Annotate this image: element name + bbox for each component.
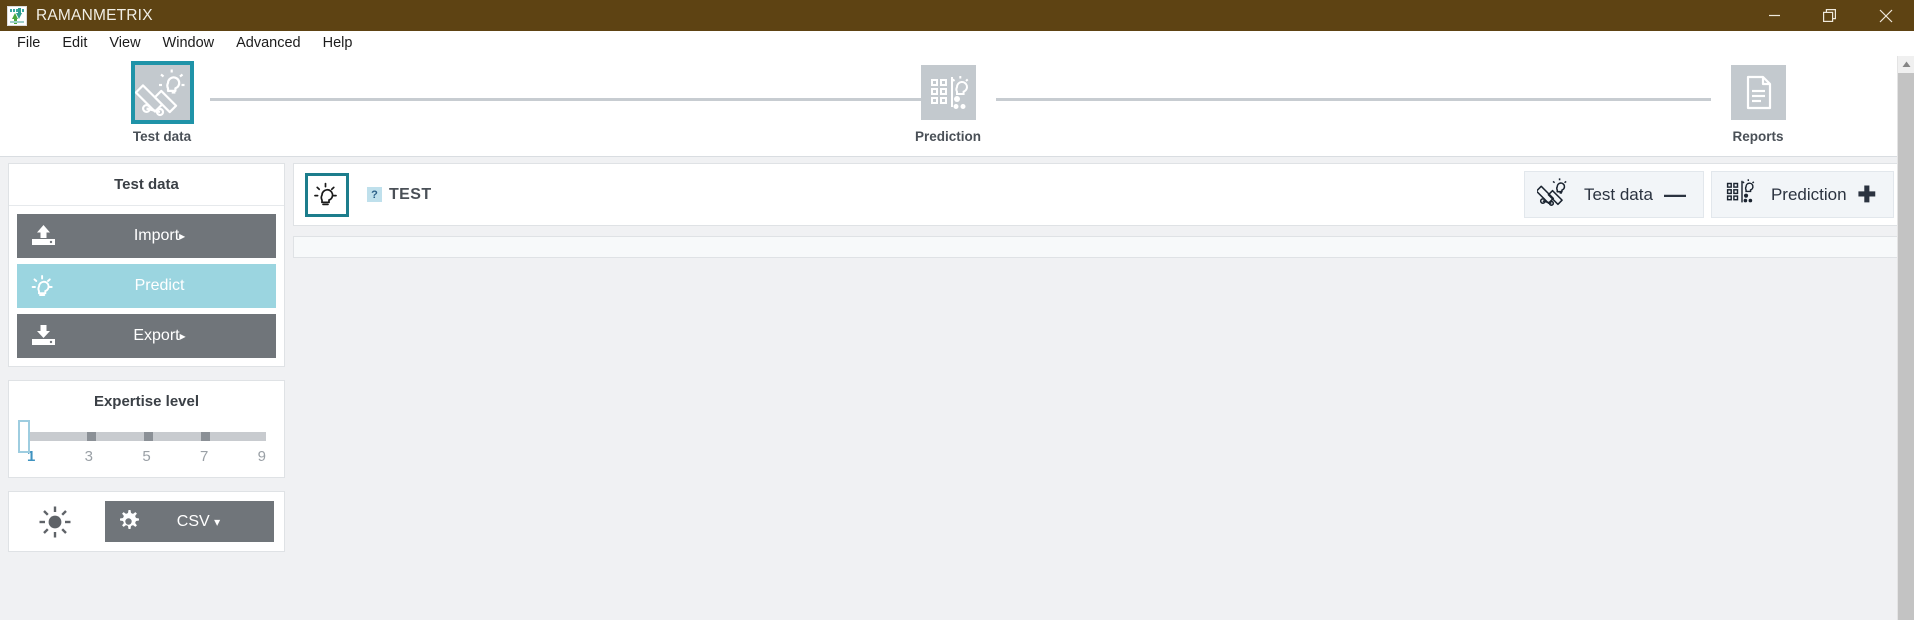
grid-lightbulb-icon [920, 65, 976, 120]
window-controls [1746, 0, 1914, 31]
test-data-panel: Test data Import▸ Predict Export▸ [8, 163, 285, 367]
minus-icon: — [1663, 181, 1686, 207]
stepper-connector-1 [210, 98, 927, 101]
plus-icon: ✚ [1857, 181, 1876, 207]
add-prediction-button[interactable]: Prediction ✚ [1710, 171, 1894, 218]
vertical-scrollbar[interactable] [1897, 56, 1914, 620]
app-body: Test data Import▸ Predict Export▸ Expert… [0, 56, 1914, 620]
export-format-label: CSV ▾ [176, 512, 221, 530]
menu-item-file[interactable]: File [6, 33, 51, 53]
expertise-level-panel: Expertise level 1 3 5 7 9 [8, 380, 285, 478]
menu-item-edit[interactable]: Edit [51, 33, 98, 53]
add-prediction-label: Prediction [1770, 184, 1847, 204]
export-label: Export▸ [133, 327, 186, 344]
workflow-stepper: Test data Prediction Reports [0, 56, 1914, 157]
page-title: TEST [389, 185, 432, 203]
export-button[interactable]: Export▸ [17, 314, 276, 358]
slider-tick-label: 7 [199, 448, 209, 465]
stepper-step-reports[interactable]: Reports [1703, 65, 1813, 144]
main-content: ? TEST Test data — Prediction ✚ [293, 157, 1914, 620]
ruler-lightbulb-icon [1535, 176, 1573, 214]
slider-tick [144, 432, 154, 441]
predict-label: Predict [134, 277, 185, 294]
stepper-step-label: Prediction [914, 129, 981, 144]
sidebar-toolbar-panel: CSV ▾ [8, 491, 285, 552]
chevron-up-icon[interactable] [1898, 56, 1914, 73]
document-icon [1730, 65, 1786, 120]
gear-icon [105, 510, 151, 533]
stepper-connector-2 [996, 98, 1711, 101]
scrollbar-thumb[interactable] [1898, 73, 1914, 620]
minimize-icon[interactable] [1746, 0, 1802, 31]
sidebar: Test data Import▸ Predict Export▸ Expert… [0, 157, 293, 620]
predict-button[interactable]: Predict [17, 264, 276, 308]
content-strip [293, 236, 1906, 258]
upload-icon [17, 224, 69, 248]
lightbulb-icon [17, 273, 69, 300]
test-panel-header: ? TEST Test data — Prediction ✚ [293, 163, 1906, 226]
lightbulb-icon [305, 172, 349, 217]
import-label: Import▸ [133, 227, 186, 244]
menu-bar: File Edit View Window Advanced Help [0, 31, 1914, 56]
title-bar: RAMANMETRIX [0, 0, 1914, 31]
slider-tick-label: 5 [142, 448, 151, 465]
remove-test-data-button[interactable]: Test data — [1523, 171, 1704, 218]
stepper-step-label: Test data [132, 129, 192, 144]
slider-tick [86, 432, 96, 441]
sun-icon[interactable] [19, 502, 91, 542]
stepper-step-test-data[interactable]: Test data [107, 61, 217, 144]
grid-lightbulb-icon [1724, 176, 1760, 214]
slider-tick [201, 432, 211, 441]
stepper-step-label: Reports [1732, 129, 1784, 144]
slider-tick-label: 9 [257, 448, 266, 465]
close-icon[interactable] [1858, 0, 1914, 31]
slider-track[interactable] [18, 420, 266, 453]
remove-test-data-label: Test data [1583, 184, 1653, 204]
slider-tick-label: 3 [84, 448, 93, 465]
export-format-dropdown[interactable]: CSV ▾ [105, 501, 274, 542]
menu-item-window[interactable]: Window [152, 33, 226, 53]
ramanmetrix-logo-icon [7, 5, 27, 26]
slider-scale: 1 3 5 7 9 [27, 448, 266, 465]
import-button[interactable]: Import▸ [17, 214, 276, 258]
download-icon [17, 324, 69, 348]
help-badge[interactable]: ? [367, 187, 382, 202]
menu-item-advanced[interactable]: Advanced [225, 33, 312, 53]
restore-icon[interactable] [1802, 0, 1858, 31]
menu-item-view[interactable]: View [98, 33, 151, 53]
panel-title: Test data [9, 164, 284, 206]
slider-handle[interactable] [18, 420, 30, 453]
ruler-lightbulb-icon [130, 61, 194, 124]
expertise-slider[interactable]: 1 3 5 7 9 [9, 414, 284, 477]
expertise-title: Expertise level [93, 393, 200, 410]
app-title: RAMANMETRIX [36, 6, 153, 24]
menu-item-help[interactable]: Help [312, 33, 364, 53]
stepper-step-prediction[interactable]: Prediction [893, 65, 1003, 144]
